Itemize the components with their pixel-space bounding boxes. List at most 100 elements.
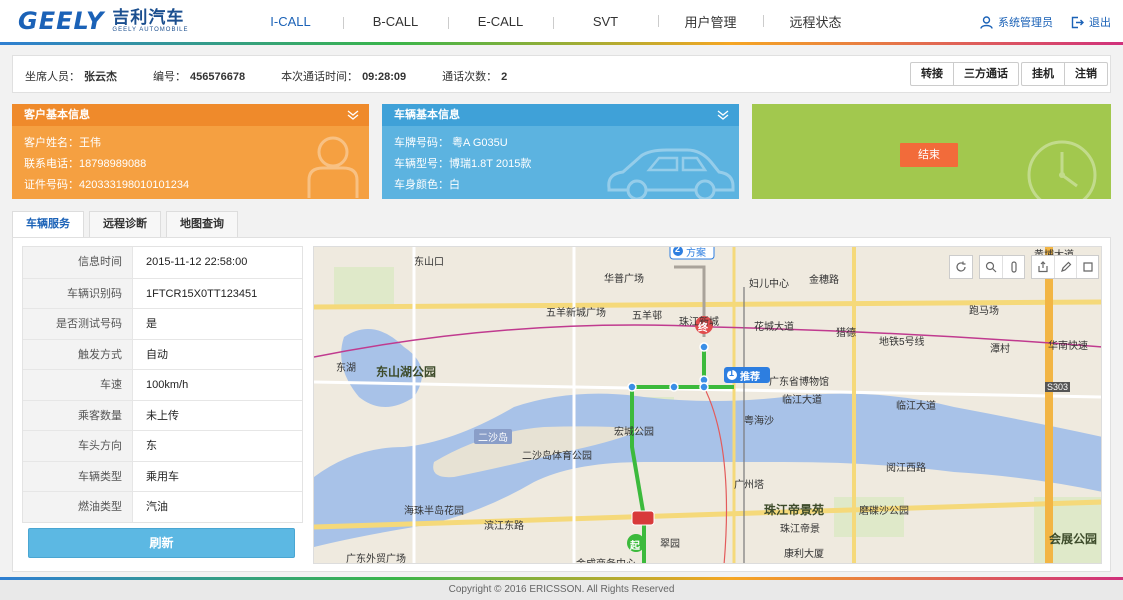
logout-label: 退出 — [1089, 17, 1111, 29]
agent-value: 张云杰 — [84, 71, 117, 83]
count-field: 通话次数： 2 — [442, 68, 507, 84]
vehicle-color: 车身颜色：白 — [394, 179, 460, 191]
map-tool-group-left — [949, 255, 973, 279]
user-menu[interactable]: 系统管理员 — [980, 14, 1053, 30]
id-label: 编号： — [153, 71, 186, 83]
row-key: 燃油类型 — [23, 492, 133, 522]
vehicle-plate: 车牌号码： 粤A G035U — [394, 137, 508, 149]
start-marker[interactable]: 起 — [630, 537, 640, 552]
refresh-map-tool[interactable] — [950, 256, 972, 278]
map-toolbar — [943, 255, 1099, 279]
map-label: 滨江东路 — [484, 521, 524, 532]
map-label: 海珠半岛花园 — [404, 506, 464, 517]
call-info-bar: 坐席人员： 张云杰 编号： 456576678 本次通话时间： 09:28:09 通话… — [12, 55, 1111, 93]
end-call-button[interactable]: 结束 — [900, 143, 958, 167]
map-label: 康利大厦 — [784, 549, 824, 560]
map-label: 五羊新城广场 — [546, 308, 606, 319]
nav-icall[interactable]: I-CALL — [238, 14, 343, 29]
vehicle-status-table: 信息时间 2015-11-12 22:58:00 车辆识别码 1FTCR15X0TT… — [22, 246, 303, 523]
nav-ecall[interactable]: E-CALL — [448, 14, 553, 29]
nav-user-management[interactable]: 用户管理 — [658, 12, 763, 31]
pencil-icon — [1060, 261, 1071, 272]
row-key: 车辆识别码 — [23, 278, 133, 308]
refresh-button[interactable]: 刷新 — [28, 528, 295, 558]
call-end-card: 结束 — [752, 104, 1111, 199]
map-label: 地铁5号线 — [879, 337, 925, 348]
more-icon — [1082, 262, 1093, 272]
customer-card-body: 客户姓名：王伟 联系电话：18798989088 证件号码：4203331980… — [12, 126, 369, 199]
tab-vehicle-service[interactable]: 车辆服务 — [12, 211, 84, 238]
route-map[interactable]: 东山口 华普广场 妇儿中心 金穗路 五羊新城广场 五羊邨 珠江新城 花城大道 猎… — [313, 246, 1102, 564]
vehicle-card-body: 车牌号码： 粤A G035U 车辆型号：博瑞1.8T 2015款 车身颜色：白 — [382, 126, 739, 199]
map-label: 潭村 — [990, 344, 1010, 355]
logout-button[interactable]: 退出 — [1071, 14, 1111, 30]
tab-remote-diagnosis[interactable]: 远程诊断 — [89, 211, 161, 238]
row-key: 信息时间 — [23, 247, 133, 278]
nav-bcall[interactable]: B-CALL — [343, 14, 448, 29]
three-way-call-button[interactable]: 三方通话 — [953, 63, 1018, 85]
user-icon — [980, 15, 993, 29]
chevron-down-icon[interactable] — [717, 109, 729, 121]
map-label: 珠江帝景苑 — [764, 503, 825, 517]
table-row: 触发方式 自动 — [23, 338, 302, 369]
row-key: 车辆类型 — [23, 461, 133, 491]
map-label: 翠园 — [660, 539, 680, 550]
route-plan-badge[interactable]: 方案 — [686, 247, 706, 259]
nav-remote-status[interactable]: 远程状态 — [763, 12, 868, 31]
customer-info-card: 客户基本信息 客户姓名：王伟 联系电话：18798989088 证件号码：420… — [12, 104, 369, 199]
tab-map-query[interactable]: 地图查询 — [166, 211, 238, 238]
logo-cn-text: 吉利汽车 — [112, 8, 185, 27]
agent-label: 坐席人员： — [25, 71, 80, 83]
table-row: 乘客数量 未上传 — [23, 399, 302, 430]
more-tool[interactable] — [1076, 256, 1098, 278]
table-row: 车辆识别码 1FTCR15X0TT123451 — [23, 277, 302, 308]
customer-phone: 联系电话：18798989088 — [24, 158, 147, 170]
end-marker[interactable]: 终 — [698, 319, 708, 334]
row-value: 自动 — [146, 348, 168, 361]
measure-tool[interactable] — [1002, 256, 1024, 278]
table-row: 车速 100km/h — [23, 369, 302, 400]
ruler-icon — [1010, 261, 1017, 273]
row-value: 1FTCR15X0TT123451 — [146, 287, 258, 300]
map-label: 华普广场 — [604, 274, 644, 285]
map-label: 磨碟沙公园 — [859, 506, 909, 517]
vehicle-card-title: 车辆基本信息 — [394, 109, 460, 121]
map-label: 宏城公园 — [614, 427, 654, 438]
map-label: 临江大道 — [782, 395, 822, 406]
table-row: 是否测试号码 是 — [23, 308, 302, 339]
row-key: 车头方向 — [23, 431, 133, 461]
map-label: 东山口 — [414, 257, 444, 268]
recommend-badge[interactable]: 推荐 — [740, 368, 760, 383]
header: GEELY 吉利汽车 GEELY AUTOMOBILE I-CALL B-CAL… — [0, 0, 1123, 42]
customer-card-header: 客户基本信息 — [12, 104, 369, 126]
geely-logo[interactable]: GEELY 吉利汽车 GEELY AUTOMOBILE — [18, 7, 188, 35]
chevron-down-icon[interactable] — [347, 109, 359, 121]
map-label: 东湖 — [336, 363, 356, 374]
copyright-text: Copyright © 2016 ERICSSON. All Rights Re… — [448, 584, 675, 595]
agent-field: 坐席人员： 张云杰 — [25, 68, 117, 84]
zoom-tool[interactable] — [980, 256, 1002, 278]
clock-icon — [1027, 140, 1097, 199]
nav-svt[interactable]: SVT — [553, 14, 658, 29]
duration-label: 本次通话时间： — [281, 71, 359, 83]
map-label: 东山湖公园 — [376, 365, 437, 379]
map-tool-group-mid — [979, 255, 1025, 279]
customer-idcard: 证件号码：420333198010101234 — [24, 179, 190, 191]
map-label: 猎德 — [836, 328, 856, 339]
footer: Copyright © 2016 ERICSSON. All Rights Re… — [0, 580, 1123, 600]
hangup-button[interactable]: 挂机 — [1022, 63, 1064, 85]
share-tool[interactable] — [1032, 256, 1054, 278]
vehicle-card-header: 车辆基本信息 — [382, 104, 739, 126]
count-label: 通话次数： — [442, 71, 498, 83]
vehicle-info-card: 车辆基本信息 车牌号码： 粤A G035U 车辆型号：博瑞1.8T 2015款 … — [382, 104, 739, 199]
customer-name: 客户姓名：王伟 — [24, 137, 101, 149]
draw-tool[interactable] — [1054, 256, 1076, 278]
vehicle-service-panel: 信息时间 2015-11-12 22:58:00 车辆识别码 1FTCR15X0TT… — [12, 237, 1111, 572]
transfer-button[interactable]: 转接 — [911, 63, 953, 85]
row-key: 车速 — [23, 370, 133, 400]
table-row: 信息时间 2015-11-12 22:58:00 — [23, 247, 302, 278]
logoff-button[interactable]: 注销 — [1064, 63, 1107, 85]
table-row: 车辆类型 乘用车 — [23, 460, 302, 491]
call-transfer-group: 转接 三方通话 — [910, 62, 1019, 86]
row-value: 东 — [146, 440, 157, 452]
